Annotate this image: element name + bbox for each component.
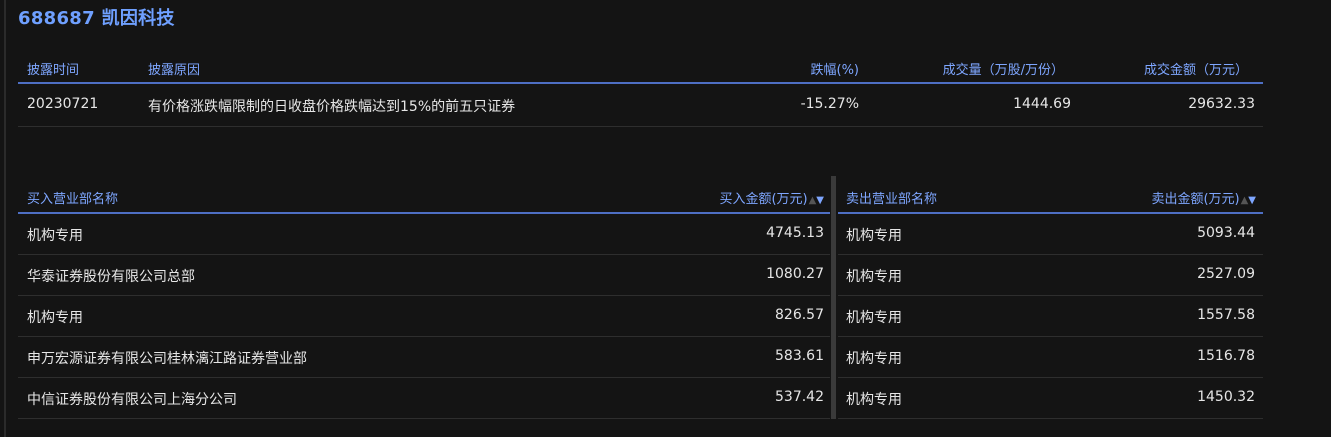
sort-toggle[interactable]: ▲▼ (1241, 195, 1256, 206)
summary-header-row: 披露时间 披露原因 跌幅(%) 成交量（万股/万份） 成交金额（万元） (18, 52, 1263, 84)
table-row[interactable]: 申万宏源证券有限公司桂林漓江路证券营业部 583.61 (18, 337, 830, 378)
buy-amount: 826.57 (775, 307, 824, 323)
sell-header-row: 卖出营业部名称 卖出金额(万元)▲▼ (838, 180, 1263, 214)
table-row[interactable]: 华泰证券股份有限公司总部 1080.27 (18, 255, 830, 296)
sell-branch-name: 机构专用 (846, 269, 902, 285)
col-header-buy-amount[interactable]: 买入金额(万元)▲▼ (719, 188, 824, 207)
table-row[interactable]: 机构专用 1450.32 (838, 378, 1263, 419)
sort-toggle[interactable]: ▲▼ (809, 195, 824, 206)
table-row[interactable]: 机构专用 826.57 (18, 296, 830, 337)
sell-branch-name: 机构专用 (846, 310, 902, 326)
col-header-date[interactable]: 披露时间 (27, 59, 79, 78)
sell-amount: 1450.32 (1197, 389, 1255, 405)
summary-date: 20230721 (27, 96, 99, 112)
col-header-volume[interactable]: 成交量（万股/万份） (943, 59, 1064, 78)
col-header-sell-name: 卖出营业部名称 (846, 192, 938, 207)
buy-amount: 537.42 (775, 389, 824, 405)
sell-branch-name: 机构专用 (846, 392, 902, 408)
table-row[interactable]: 中信证券股份有限公司上海分公司 537.42 (18, 378, 830, 419)
sell-amount: 1516.78 (1197, 348, 1255, 364)
summary-amount: 29632.33 (1188, 96, 1255, 112)
col-header-change[interactable]: 跌幅(%) (811, 59, 860, 78)
sell-amount-header-label: 卖出金额(万元) (1151, 192, 1240, 207)
lhb-panel: 688687 凯因科技 披露时间 披露原因 跌幅(%) 成交量（万股/万份） 成… (0, 0, 1331, 437)
buy-amount: 583.61 (775, 348, 824, 364)
sell-branch-name: 机构专用 (846, 351, 902, 367)
buy-amount-header-label: 买入金额(万元) (719, 192, 808, 207)
table-divider (831, 176, 836, 419)
col-header-reason[interactable]: 披露原因 (148, 59, 200, 78)
summary-change: -15.27% (800, 96, 859, 112)
buy-branch-name: 机构专用 (27, 228, 83, 244)
buy-branch-name: 机构专用 (27, 310, 83, 326)
sort-down-icon[interactable]: ▼ (1248, 195, 1256, 206)
left-border (4, 0, 6, 437)
buy-branch-name: 中信证券股份有限公司上海分公司 (27, 392, 237, 408)
col-header-amount[interactable]: 成交金额（万元） (1144, 59, 1248, 78)
table-row[interactable]: 机构专用 5093.44 (838, 214, 1263, 255)
table-row[interactable]: 机构专用 1516.78 (838, 337, 1263, 378)
sell-branch-name: 机构专用 (846, 228, 902, 244)
sell-amount: 1557.58 (1197, 307, 1255, 323)
sell-amount: 2527.09 (1197, 266, 1255, 282)
table-row[interactable]: 机构专用 4745.13 (18, 214, 830, 255)
buy-header-row: 买入营业部名称 买入金额(万元)▲▼ (18, 180, 830, 214)
col-header-sell-amount[interactable]: 卖出金额(万元)▲▼ (1151, 188, 1256, 207)
sell-amount: 5093.44 (1197, 225, 1255, 241)
col-header-buy-name: 买入营业部名称 (27, 192, 119, 207)
summary-volume: 1444.69 (1013, 96, 1071, 112)
buy-amount: 4745.13 (766, 225, 824, 241)
table-row[interactable]: 机构专用 1557.58 (838, 296, 1263, 337)
buy-amount: 1080.27 (766, 266, 824, 282)
summary-reason: 有价格涨跌幅限制的日收盘价格跌幅达到15%的前五只证券 (148, 99, 516, 115)
buy-branches-table: 买入营业部名称 买入金额(万元)▲▼ 机构专用 4745.13 华泰证券股份有限… (18, 180, 830, 419)
sort-down-icon[interactable]: ▼ (816, 195, 824, 206)
summary-row[interactable]: 20230721 有价格涨跌幅限制的日收盘价格跌幅达到15%的前五只证券 -15… (18, 84, 1263, 127)
sell-branches-table: 卖出营业部名称 卖出金额(万元)▲▼ 机构专用 5093.44 机构专用 252… (838, 180, 1263, 419)
stock-title: 688687 凯因科技 (18, 8, 175, 29)
buy-branch-name: 申万宏源证券有限公司桂林漓江路证券营业部 (27, 351, 307, 367)
table-row[interactable]: 机构专用 2527.09 (838, 255, 1263, 296)
buy-branch-name: 华泰证券股份有限公司总部 (27, 269, 195, 285)
disclosure-summary-table: 披露时间 披露原因 跌幅(%) 成交量（万股/万份） 成交金额（万元） 2023… (18, 52, 1263, 127)
